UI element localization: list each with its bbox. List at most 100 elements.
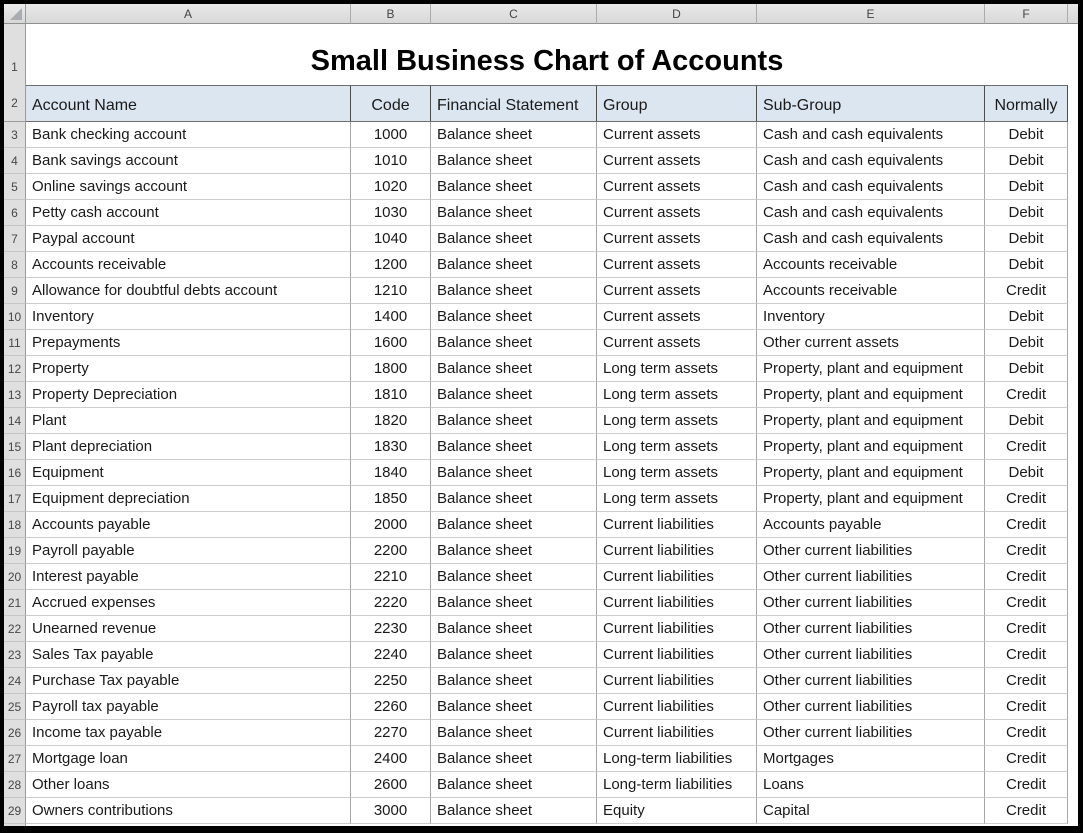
cell-sub-group[interactable]: Cash and cash equivalents (757, 226, 985, 252)
cell-financial-statement[interactable]: Balance sheet (431, 746, 597, 772)
cell-normally[interactable]: Debit (985, 252, 1068, 278)
cell-account-name[interactable]: Payroll payable (26, 538, 351, 564)
cell-normally[interactable]: Credit (985, 434, 1068, 460)
cell-code[interactable]: 1040 (351, 226, 431, 252)
cell-normally[interactable]: Credit (985, 798, 1068, 824)
row-header[interactable]: 21 (4, 590, 26, 616)
row-header[interactable]: 27 (4, 746, 26, 772)
column-header-g-partial[interactable] (1068, 4, 1078, 24)
cell-group[interactable]: Current assets (597, 226, 757, 252)
cell-account-name[interactable]: Sales Tax payable (26, 642, 351, 668)
cell-financial-statement[interactable]: Balance sheet (431, 278, 597, 304)
cell-financial-statement[interactable]: Balance sheet (431, 252, 597, 278)
cell-group[interactable]: Current liabilities (597, 694, 757, 720)
cell-group[interactable]: Current liabilities (597, 512, 757, 538)
cell-normally[interactable]: Credit (985, 512, 1068, 538)
cell-group[interactable]: Long term assets (597, 356, 757, 382)
cell-code[interactable]: 2210 (351, 564, 431, 590)
cell-account-name[interactable]: Plant depreciation (26, 434, 351, 460)
cell-financial-statement[interactable]: Balance sheet (431, 434, 597, 460)
cell-normally[interactable]: Debit (985, 200, 1068, 226)
cell-sub-group[interactable]: Cash and cash equivalents (757, 174, 985, 200)
header-cell-financial-statement[interactable]: Financial Statement (431, 85, 597, 122)
select-all-corner[interactable] (4, 4, 26, 24)
cell-code[interactable]: 2200 (351, 538, 431, 564)
cell-sub-group[interactable]: Other current assets (757, 330, 985, 356)
cell-account-name[interactable]: Accounts receivable (26, 252, 351, 278)
cell-sub-group[interactable]: Property, plant and equipment (757, 356, 985, 382)
cell-group[interactable]: Long-term liabilities (597, 746, 757, 772)
cell-account-name[interactable]: Income tax payable (26, 720, 351, 746)
column-header-a[interactable]: A (26, 4, 351, 24)
cell-group[interactable]: Long term assets (597, 434, 757, 460)
cell-financial-statement[interactable]: Balance sheet (431, 512, 597, 538)
cell-code[interactable]: 1000 (351, 122, 431, 148)
cell-code[interactable]: 2400 (351, 746, 431, 772)
cell-sub-group[interactable]: Other current liabilities (757, 694, 985, 720)
row-header[interactable]: 17 (4, 486, 26, 512)
column-header-e[interactable]: E (757, 4, 985, 24)
cell-sub-group[interactable]: Accounts receivable (757, 252, 985, 278)
cell-account-name[interactable]: Unearned revenue (26, 616, 351, 642)
cell-financial-statement[interactable]: Balance sheet (431, 668, 597, 694)
cell-code[interactable]: 3000 (351, 798, 431, 824)
cell-sub-group[interactable]: Accounts payable (757, 512, 985, 538)
cell-normally[interactable]: Debit (985, 174, 1068, 200)
cell-normally[interactable]: Debit (985, 226, 1068, 252)
cell-group[interactable]: Current assets (597, 122, 757, 148)
row-header[interactable]: 11 (4, 330, 26, 356)
cell-financial-statement[interactable]: Balance sheet (431, 460, 597, 486)
cell-group[interactable]: Current liabilities (597, 668, 757, 694)
cell-normally[interactable]: Credit (985, 668, 1068, 694)
cell-group[interactable]: Current assets (597, 200, 757, 226)
cell-normally[interactable]: Credit (985, 694, 1068, 720)
cell-financial-statement[interactable]: Balance sheet (431, 330, 597, 356)
cell-financial-statement[interactable]: Balance sheet (431, 356, 597, 382)
cell-code[interactable]: 2000 (351, 512, 431, 538)
cell-group[interactable]: Long term assets (597, 486, 757, 512)
cell-sub-group[interactable]: Property, plant and equipment (757, 460, 985, 486)
cell-account-name[interactable]: Paypal account (26, 226, 351, 252)
cell-normally[interactable]: Debit (985, 304, 1068, 330)
header-cell-account-name[interactable]: Account Name (26, 85, 351, 122)
cell-code[interactable]: 1810 (351, 382, 431, 408)
row-header[interactable]: 22 (4, 616, 26, 642)
cell-financial-statement[interactable]: Balance sheet (431, 642, 597, 668)
column-header-f[interactable]: F (985, 4, 1068, 24)
cell-code[interactable]: 2270 (351, 720, 431, 746)
row-header[interactable]: 10 (4, 304, 26, 330)
cell-account-name[interactable]: Accrued expenses (26, 590, 351, 616)
row-header[interactable]: 26 (4, 720, 26, 746)
cell-account-name[interactable]: Online savings account (26, 174, 351, 200)
cell-account-name[interactable]: Payroll tax payable (26, 694, 351, 720)
cell-normally[interactable]: Credit (985, 382, 1068, 408)
cell-sub-group[interactable]: Property, plant and equipment (757, 408, 985, 434)
cell-normally[interactable]: Debit (985, 330, 1068, 356)
cell-normally[interactable]: Credit (985, 746, 1068, 772)
cell-sub-group[interactable]: Cash and cash equivalents (757, 200, 985, 226)
cell-code[interactable]: 1830 (351, 434, 431, 460)
row-header[interactable]: 8 (4, 252, 26, 278)
cell-normally[interactable]: Credit (985, 590, 1068, 616)
cell-account-name[interactable]: Inventory (26, 304, 351, 330)
cell-financial-statement[interactable]: Balance sheet (431, 798, 597, 824)
row-header[interactable]: 4 (4, 148, 26, 174)
cell-group[interactable]: Current assets (597, 148, 757, 174)
cell-normally[interactable]: Credit (985, 772, 1068, 798)
row-header[interactable]: 3 (4, 122, 26, 148)
cell-account-name[interactable]: Interest payable (26, 564, 351, 590)
row-header[interactable]: 25 (4, 694, 26, 720)
cell-group[interactable]: Long-term liabilities (597, 772, 757, 798)
cell-code[interactable]: 1820 (351, 408, 431, 434)
row-header[interactable]: 28 (4, 772, 26, 798)
cell-normally[interactable]: Debit (985, 148, 1068, 174)
cell-code[interactable]: 2260 (351, 694, 431, 720)
row-header-1[interactable]: 1 (4, 24, 26, 85)
row-header[interactable]: 19 (4, 538, 26, 564)
cell-financial-statement[interactable]: Balance sheet (431, 148, 597, 174)
row-header[interactable]: 15 (4, 434, 26, 460)
cell-financial-statement[interactable]: Balance sheet (431, 486, 597, 512)
cell-group[interactable]: Long term assets (597, 460, 757, 486)
row-header[interactable]: 24 (4, 668, 26, 694)
cell-financial-statement[interactable]: Balance sheet (431, 694, 597, 720)
